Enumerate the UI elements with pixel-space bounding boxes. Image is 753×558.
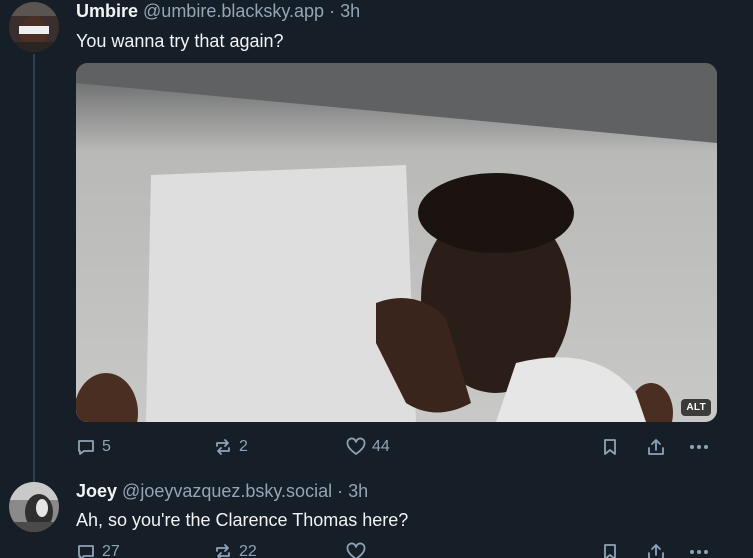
avatar[interactable] [9, 2, 59, 52]
bookmark-icon [600, 437, 620, 457]
share-icon [646, 437, 666, 457]
post-image[interactable]: ALT [76, 63, 717, 422]
reply-bubble-icon [76, 437, 96, 457]
more-dots-icon [688, 542, 710, 558]
repost-arrows-icon [213, 437, 233, 457]
more-button[interactable] [688, 542, 710, 558]
like-button[interactable]: 44 [346, 437, 390, 457]
like-button[interactable] [346, 542, 372, 558]
more-button[interactable] [688, 437, 710, 457]
author-name[interactable]: Joey [76, 481, 117, 501]
share-icon [646, 542, 666, 558]
post[interactable]: Umbire @umbire.blacksky.app · 3h You wan… [0, 0, 753, 470]
repost-count: 22 [239, 543, 257, 558]
separator: · [329, 1, 336, 21]
avatar[interactable] [9, 482, 59, 532]
post-header: Joey @joeyvazquez.bsky.social · 3h [76, 481, 368, 502]
repost-button[interactable]: 22 [213, 542, 257, 558]
author-handle[interactable]: @joeyvazquez.bsky.social [122, 481, 332, 501]
alt-badge[interactable]: ALT [681, 399, 711, 416]
reply-button[interactable]: 27 [76, 542, 120, 558]
post-text: Ah, so you're the Clarence Thomas here? [76, 510, 409, 530]
more-dots-icon [688, 437, 710, 457]
bookmark-button[interactable] [600, 437, 620, 457]
like-count: 44 [372, 438, 390, 455]
heart-icon [346, 542, 366, 558]
timestamp[interactable]: 3h [348, 481, 368, 501]
reply-count: 5 [102, 438, 111, 455]
author-handle[interactable]: @umbire.blacksky.app [143, 1, 324, 21]
author-name[interactable]: Umbire [76, 1, 138, 21]
heart-icon [346, 437, 366, 457]
post-header: Umbire @umbire.blacksky.app · 3h [76, 1, 360, 22]
repost-arrows-icon [213, 542, 233, 558]
reply-button[interactable]: 5 [76, 437, 111, 457]
reply-bubble-icon [76, 542, 96, 558]
bookmark-button[interactable] [600, 542, 620, 558]
repost-button[interactable]: 2 [213, 437, 248, 457]
bookmark-icon [600, 542, 620, 558]
post-actions: 5 2 44 [76, 437, 716, 461]
post-actions: 27 22 [76, 542, 716, 558]
timestamp[interactable]: 3h [340, 1, 360, 21]
post-text: You wanna try that again? [76, 31, 284, 51]
reply-count: 27 [102, 543, 120, 558]
feed: Umbire @umbire.blacksky.app · 3h You wan… [0, 0, 753, 558]
separator: · [337, 481, 344, 501]
post[interactable]: Joey @joeyvazquez.bsky.social · 3h Ah, s… [0, 470, 753, 558]
share-button[interactable] [646, 542, 666, 558]
share-button[interactable] [646, 437, 666, 457]
repost-count: 2 [239, 438, 248, 455]
